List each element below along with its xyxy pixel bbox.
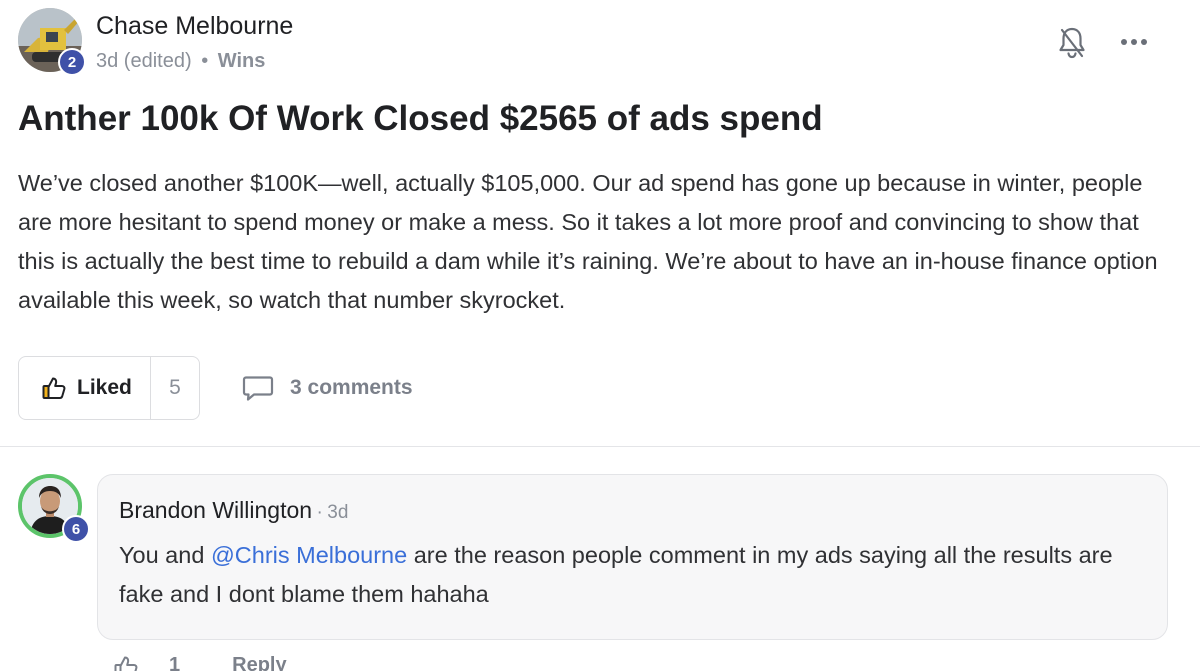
more-options-button[interactable] [1118, 32, 1152, 52]
section-divider [0, 446, 1200, 447]
like-count[interactable]: 5 [151, 357, 199, 419]
like-control: Liked 5 [18, 356, 200, 420]
comments-count-label: 3 comments [290, 376, 413, 399]
author-name[interactable]: Chase Melbourne [96, 12, 293, 41]
meta-separator: • [201, 50, 209, 72]
comment-text-before: You and [119, 542, 211, 568]
commenter-level-badge: 6 [62, 515, 90, 543]
post-meta: 3d (edited) • Wins [96, 50, 265, 73]
like-label: Liked [77, 376, 132, 399]
comment-like-count[interactable]: 1 [169, 654, 180, 671]
like-button[interactable]: Liked [19, 357, 151, 419]
comment-thumbs-up-icon[interactable] [113, 654, 139, 671]
post-category[interactable]: Wins [218, 50, 266, 72]
reply-button[interactable]: Reply [232, 654, 286, 671]
commenter-name[interactable]: Brandon Willington [119, 497, 312, 523]
bell-off-icon [1059, 27, 1085, 59]
post-title: Anther 100k Of Work Closed $2565 of ads … [18, 99, 823, 138]
thumbs-up-icon [42, 377, 66, 399]
commenter-avatar-wrap[interactable]: 6 [18, 474, 90, 544]
post-time: 3d (edited) [96, 50, 192, 72]
more-options-icon [1121, 39, 1147, 45]
comment-separator: · [316, 502, 323, 523]
author-level-badge: 2 [58, 48, 86, 76]
comment-actions: 1 Reply [113, 654, 287, 671]
comment-text: You and @Chris Melbourne are the reason … [119, 536, 1139, 614]
mention-link[interactable]: @Chris Melbourne [211, 542, 407, 568]
comment-bubble: Brandon Willington · 3d You and @Chris M… [97, 474, 1168, 640]
comment-time: 3d [327, 502, 349, 523]
author-avatar-wrap[interactable]: 2 [18, 8, 88, 78]
notification-toggle-button[interactable] [1057, 26, 1087, 60]
post-body: We’ve closed another $100K—well, actuall… [18, 170, 1158, 313]
comment-bubble-icon [242, 376, 274, 401]
post-page: 2 Chase Melbourne 3d (edited) • Wins Ant… [0, 0, 1200, 671]
comments-button[interactable]: 3 comments [242, 372, 413, 404]
commenter-line: Brandon Willington · 3d [119, 497, 348, 524]
